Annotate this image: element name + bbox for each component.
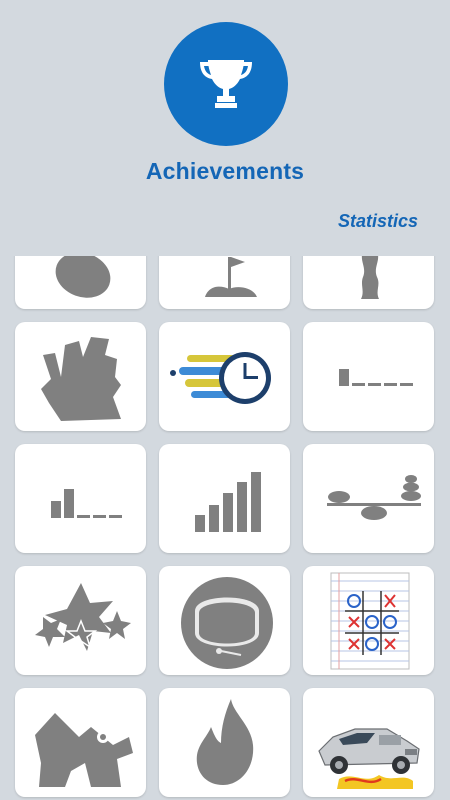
progress-two-bars-icon xyxy=(50,488,122,518)
statistics-link[interactable]: Statistics xyxy=(338,211,418,232)
achievement-tile[interactable] xyxy=(159,566,290,675)
cactus-icon xyxy=(360,256,379,299)
achievements-grid xyxy=(15,256,434,797)
achievement-tile[interactable] xyxy=(303,444,434,553)
achievement-tile[interactable] xyxy=(159,688,290,797)
achievement-tile[interactable] xyxy=(303,688,434,797)
flag-mound-icon xyxy=(204,256,257,297)
achievement-tile[interactable] xyxy=(159,322,290,431)
achievements-grid-viewport[interactable] xyxy=(0,256,450,800)
time-machine-car-icon xyxy=(317,727,420,789)
achievement-tile[interactable] xyxy=(303,322,434,431)
flame-icon xyxy=(196,698,253,785)
achievement-tile[interactable] xyxy=(15,256,146,309)
stars-icon xyxy=(34,582,131,651)
achievement-tile[interactable] xyxy=(159,444,290,553)
achievement-tile[interactable] xyxy=(159,256,290,309)
achievement-tile[interactable] xyxy=(15,322,146,431)
astronaut-helmet-icon xyxy=(180,576,273,669)
achievement-tile[interactable] xyxy=(15,444,146,553)
achievement-tile[interactable] xyxy=(303,256,434,309)
achievement-tile[interactable] xyxy=(15,566,146,675)
potato-icon xyxy=(55,256,110,298)
rock-climber-icon xyxy=(40,336,121,421)
trophy-icon xyxy=(200,60,252,108)
fast-clock-icon xyxy=(169,351,271,404)
broken-arm-icon xyxy=(34,712,133,787)
trophy-badge xyxy=(164,22,288,146)
page-title: Achievements xyxy=(145,158,305,184)
progress-one-bar-icon xyxy=(338,368,413,386)
balance-stones-icon xyxy=(326,474,421,520)
achievement-tile[interactable] xyxy=(303,566,434,675)
tic-tac-toe-icon xyxy=(330,572,409,669)
achievement-tile[interactable] xyxy=(15,688,146,797)
progress-bars-full-icon xyxy=(194,471,261,532)
